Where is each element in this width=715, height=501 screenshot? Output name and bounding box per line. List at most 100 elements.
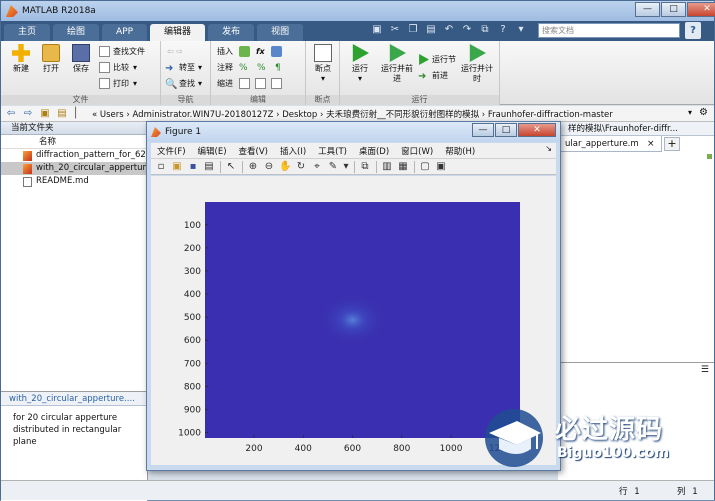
save-quick-icon[interactable]: ▣ [369,22,385,38]
zoom-in-icon[interactable]: ⊕ [247,161,259,173]
file-row[interactable]: diffraction_pattern_for_62 [1,149,147,162]
forward-arrow-icon[interactable]: ⇨ [21,107,35,121]
goto-button[interactable]: ➜ 转至 ▾ [165,61,202,74]
editor-tab[interactable]: ular_apperture.m × [558,136,662,152]
undo-icon[interactable]: ↶ [441,22,457,38]
redo-icon[interactable]: ↷ [459,22,475,38]
menu-dock-arrow-icon[interactable]: ↘ [545,144,552,153]
new-figure-icon[interactable]: ▫ [155,161,167,173]
insert-function-icon[interactable] [270,46,282,57]
copy-icon[interactable]: ❐ [405,22,421,38]
run-button[interactable]: 运行 ▾ [346,44,374,84]
insert-button[interactable]: 插入 fx [217,45,285,58]
run-and-time-button[interactable]: 运行并计时 [460,44,494,84]
tab-apps[interactable]: APP [102,24,148,41]
menu-edit[interactable]: 编辑(E) [192,145,233,157]
up-folder-icon[interactable]: ▣ [38,107,52,121]
hide-plot-tools-icon[interactable]: ▢ [419,161,431,173]
insert-section-icon [239,46,250,57]
tab-home[interactable]: 主页 [4,24,51,41]
current-folder-path[interactable]: « Users › Administrator.WIN7U-20180127Z … [92,108,682,120]
figure-title-bar[interactable]: Figure 1 — □ ✕ [147,122,560,142]
edit-plot-arrow-icon[interactable]: ↖ [225,161,237,173]
path-settings-icon[interactable]: ⚙ [699,107,708,118]
menu-window[interactable]: 窗口(W) [395,145,439,157]
breakpoints-button[interactable]: 断点 ▾ [309,44,337,84]
advance-button[interactable]: ➜ 前进 [418,69,448,82]
tab-plots[interactable]: 绘图 [53,24,100,41]
dropdown-quick-icon[interactable]: ▾ [513,22,529,38]
back-forward-buttons[interactable]: ⇦ ⇨ [167,45,183,58]
comment-button[interactable]: 注释 % % ¶ [217,61,289,74]
path-dropdown-icon[interactable]: ▾ [688,108,692,117]
brush-dropdown-icon[interactable]: ▾ [343,161,349,173]
close-button[interactable]: ✕ [687,2,715,17]
insert-legend-icon[interactable]: ▦ [397,161,409,173]
print-figure-icon[interactable]: ▤ [203,161,215,173]
browse-folder-icon[interactable]: ▤ [55,107,69,121]
paste-icon[interactable]: ▤ [423,22,439,38]
comment-percent-icon[interactable]: % [239,62,250,73]
pan-hand-icon[interactable]: ✋ [279,161,291,173]
menu-tools[interactable]: 工具(T) [312,145,353,157]
switch-windows-icon[interactable]: ⧉ [477,22,493,38]
tab-publish[interactable]: 发布 [208,24,255,41]
link-plot-icon[interactable]: ⧉ [359,161,371,173]
figure-maximize-button[interactable]: □ [495,123,517,137]
menu-view[interactable]: 查看(V) [233,145,274,157]
save-button[interactable]: 保存 [67,44,95,74]
name-column-header[interactable]: 名称 [1,135,147,149]
indent-button[interactable]: 缩进 [217,77,285,90]
cut-icon[interactable]: ✂ [387,22,403,38]
brush-icon[interactable]: ✎ [327,161,339,173]
figure-minimize-button[interactable]: — [472,123,494,137]
open-file-icon[interactable]: ▣ [171,161,183,173]
compare-button[interactable]: 比较 ▾ [99,61,137,74]
find-button[interactable]: 🔍 查找 ▾ [165,77,202,90]
matlab-file-icon [23,164,32,174]
maximize-button[interactable]: □ [661,2,686,17]
decrease-indent-icon[interactable] [271,78,282,89]
data-cursor-icon[interactable]: ⌖ [311,161,323,173]
rotate-3d-icon[interactable]: ↻ [295,161,307,173]
insert-colorbar-icon[interactable]: ▥ [381,161,393,173]
zoom-out-icon[interactable]: ⊖ [263,161,275,173]
print-button[interactable]: 打印 ▾ [99,77,137,90]
open-button[interactable]: 打开 [37,44,65,74]
file-row[interactable]: README.md [1,175,147,188]
command-window-menu-icon[interactable]: ☰ [701,365,709,375]
uncomment-icon[interactable]: % [257,62,268,73]
breakpoints-icon [314,44,332,62]
tab-close-icon[interactable]: × [647,136,657,151]
menu-insert[interactable]: 插入(I) [274,145,312,157]
wrap-comment-icon[interactable]: ¶ [275,62,286,73]
save-figure-icon[interactable]: ▪ [187,161,199,173]
minimize-button[interactable]: — [635,2,660,17]
fx-icon[interactable]: fx [256,45,265,58]
analyzer-ok-marker[interactable] [707,154,712,159]
menu-file[interactable]: 文件(F) [151,145,192,157]
search-documentation-input[interactable]: 搜索文档 [538,23,680,38]
run-and-advance-button[interactable]: 运行并前进 [380,44,414,84]
run-section-button[interactable]: 运行节 [418,53,456,66]
menu-desktop[interactable]: 桌面(D) [353,145,395,157]
increase-indent-icon[interactable] [255,78,266,89]
smart-indent-icon[interactable] [239,78,250,89]
figure-close-button[interactable]: ✕ [518,123,556,137]
advance-icon: ➜ [418,71,427,82]
find-files-button[interactable]: 查找文件 [99,45,145,58]
tab-view[interactable]: 视图 [257,24,304,41]
help-dropdown-icon[interactable]: ? [685,22,701,39]
new-button[interactable]: 新建 [7,44,35,74]
file-row[interactable]: with_20_circular_apperture [1,162,147,175]
details-header[interactable]: with_20_circular_apperture.... [1,392,147,406]
tab-editor[interactable]: 编辑器 [150,24,206,41]
add-tab-button[interactable]: + [664,137,680,151]
indent-label: 缩进 [217,79,233,88]
help-quick-icon[interactable]: ? [495,22,511,38]
show-plot-tools-icon[interactable]: ▣ [435,161,447,173]
y-tick-label: 300 [184,267,201,277]
address-bar: ⇦ ⇨ ▣ ▤ ▏ « Users › Administrator.WIN7U-… [1,106,714,122]
back-arrow-icon[interactable]: ⇦ [4,107,18,121]
menu-help[interactable]: 帮助(H) [439,145,481,157]
